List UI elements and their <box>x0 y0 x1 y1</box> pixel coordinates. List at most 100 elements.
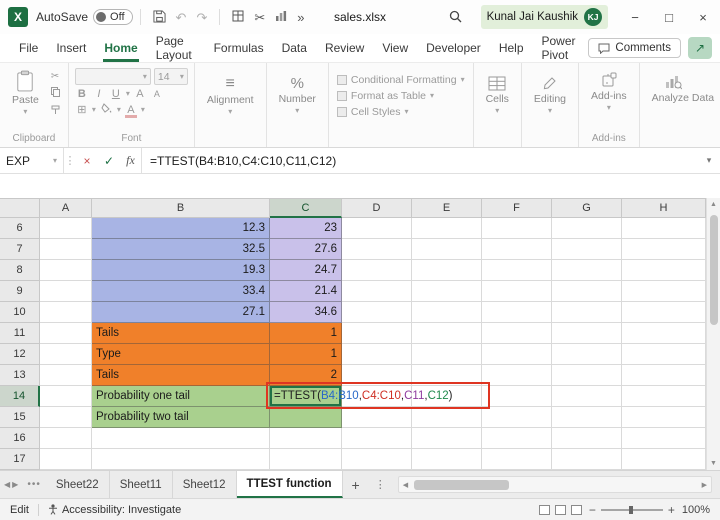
cell-D17[interactable] <box>342 449 412 470</box>
redo-icon[interactable]: ↷ <box>191 9 212 26</box>
row-header-8[interactable]: 8 <box>0 260 40 281</box>
menu-tab-home[interactable]: Home <box>95 34 146 62</box>
clipboard-group-label[interactable]: Clipboard <box>6 132 62 146</box>
zoom-slider-knob[interactable] <box>628 505 633 514</box>
underline-button[interactable]: U <box>109 88 123 100</box>
share-button[interactable]: ↗ <box>688 37 712 59</box>
cell-C9[interactable]: 21.4 <box>270 281 342 302</box>
cell-E8[interactable] <box>412 260 482 281</box>
cell-B11[interactable]: Tails <box>92 323 270 344</box>
cell-formula-overlay[interactable]: =TTEST(B4:B10,C4:C10,C11,C12) <box>271 386 453 407</box>
select-all-corner[interactable] <box>0 198 40 218</box>
vertical-scrollbar[interactable]: ▲ ▼ <box>706 198 720 470</box>
format-painter-button[interactable] <box>49 104 62 119</box>
formula-bar-input[interactable]: =TTEST(B4:B10,C4:C10,C11,C12) <box>142 148 698 173</box>
cell-F16[interactable] <box>482 428 552 449</box>
fill-color-button[interactable] <box>99 103 114 116</box>
cell-A16[interactable] <box>40 428 92 449</box>
cancel-entry-icon[interactable]: × <box>76 148 98 173</box>
number-button[interactable]: % Number ▾ <box>273 68 322 117</box>
sheet-tab-sheet11[interactable]: Sheet11 <box>110 471 173 498</box>
autosave-toggle[interactable]: AutoSave Off <box>36 9 133 25</box>
sheet-options-icon[interactable]: ⋮ <box>369 471 392 498</box>
cell-H6[interactable] <box>622 218 706 239</box>
horizontal-scroll-thumb[interactable] <box>414 479 510 490</box>
sheet-tab-ttest-function[interactable]: TTEST function <box>236 471 343 498</box>
underline-dropdown-icon[interactable]: ▾ <box>126 90 130 98</box>
cell-H9[interactable] <box>622 281 706 302</box>
cell-G6[interactable] <box>552 218 622 239</box>
font-color-button[interactable]: A <box>124 104 138 118</box>
column-header-B[interactable]: B <box>92 198 270 218</box>
cell-H16[interactable] <box>622 428 706 449</box>
sheet-tab-sheet22[interactable]: Sheet22 <box>46 471 110 498</box>
cell-E12[interactable] <box>412 344 482 365</box>
cell-B9[interactable]: 33.4 <box>92 281 270 302</box>
prev-sheet-icon[interactable]: ◀ <box>4 480 10 489</box>
editing-button[interactable]: Editing ▾ <box>528 68 572 117</box>
name-box-resize-handle[interactable]: ⋮ <box>64 148 76 173</box>
italic-button[interactable]: I <box>92 88 106 100</box>
cell-H17[interactable] <box>622 449 706 470</box>
normal-view-icon[interactable] <box>538 504 550 515</box>
decrease-font-button[interactable]: A <box>150 89 164 99</box>
zoom-out-icon[interactable]: − <box>589 504 596 516</box>
cell-B7[interactable]: 32.5 <box>92 239 270 260</box>
cell-E15[interactable] <box>412 407 482 428</box>
menu-tab-developer[interactable]: Developer <box>417 34 490 62</box>
scroll-down-icon[interactable]: ▼ <box>710 457 717 470</box>
menu-tab-page-layout[interactable]: Page Layout <box>147 34 205 62</box>
page-break-view-icon[interactable] <box>570 504 582 515</box>
row-header-6[interactable]: 6 <box>0 218 40 239</box>
cell-A6[interactable] <box>40 218 92 239</box>
cell-E17[interactable] <box>412 449 482 470</box>
cell-D16[interactable] <box>342 428 412 449</box>
cell-C6[interactable]: 23 <box>270 218 342 239</box>
cell-E16[interactable] <box>412 428 482 449</box>
font-size-select[interactable]: 14 ▾ <box>153 68 188 85</box>
cell-C11[interactable]: 1 <box>270 323 342 344</box>
cell-B12[interactable]: Type <box>92 344 270 365</box>
cell-F13[interactable] <box>482 365 552 386</box>
zoom-slider[interactable] <box>600 505 663 514</box>
cell-A15[interactable] <box>40 407 92 428</box>
addins-button[interactable]: Add-ins ▾ <box>585 68 633 114</box>
cell-G15[interactable] <box>552 407 622 428</box>
row-header-9[interactable]: 9 <box>0 281 40 302</box>
cell-F11[interactable] <box>482 323 552 344</box>
cell-D6[interactable] <box>342 218 412 239</box>
cell-A7[interactable] <box>40 239 92 260</box>
font-name-select[interactable]: ▾ <box>74 68 151 85</box>
cell-F9[interactable] <box>482 281 552 302</box>
cell-B16[interactable] <box>92 428 270 449</box>
excel-logo-icon[interactable]: X <box>8 7 28 27</box>
cut-icon[interactable]: ✂ <box>249 9 270 26</box>
cell-F12[interactable] <box>482 344 552 365</box>
row-header-7[interactable]: 7 <box>0 239 40 260</box>
cell-E6[interactable] <box>412 218 482 239</box>
cell-F6[interactable] <box>482 218 552 239</box>
paste-button[interactable]: Paste ▾ <box>6 68 45 118</box>
cell-D10[interactable] <box>342 302 412 323</box>
accessibility-status[interactable]: Accessibility: Investigate <box>62 504 181 516</box>
close-icon[interactable]: × <box>686 0 720 34</box>
cell-F7[interactable] <box>482 239 552 260</box>
cell-D15[interactable] <box>342 407 412 428</box>
menu-tab-formulas[interactable]: Formulas <box>205 34 273 62</box>
column-header-D[interactable]: D <box>342 198 412 218</box>
cell-C16[interactable] <box>270 428 342 449</box>
cell-B10[interactable]: 27.1 <box>92 302 270 323</box>
all-sheets-icon[interactable]: ••• <box>22 471 46 498</box>
cell-F17[interactable] <box>482 449 552 470</box>
menu-tab-view[interactable]: View <box>373 34 417 62</box>
copy-button[interactable] <box>49 86 62 101</box>
fill-color-dropdown-icon[interactable]: ▾ <box>117 105 121 114</box>
horizontal-scrollbar[interactable]: ◀ ▶ <box>397 476 712 493</box>
cell-A9[interactable] <box>40 281 92 302</box>
cell-H15[interactable] <box>622 407 706 428</box>
cell-D13[interactable] <box>342 365 412 386</box>
cell-B15[interactable]: Probability two tail <box>92 407 270 428</box>
cell-F15[interactable] <box>482 407 552 428</box>
column-header-H[interactable]: H <box>622 198 706 218</box>
alignment-button[interactable]: ≡ Alignment ▾ <box>201 68 260 118</box>
